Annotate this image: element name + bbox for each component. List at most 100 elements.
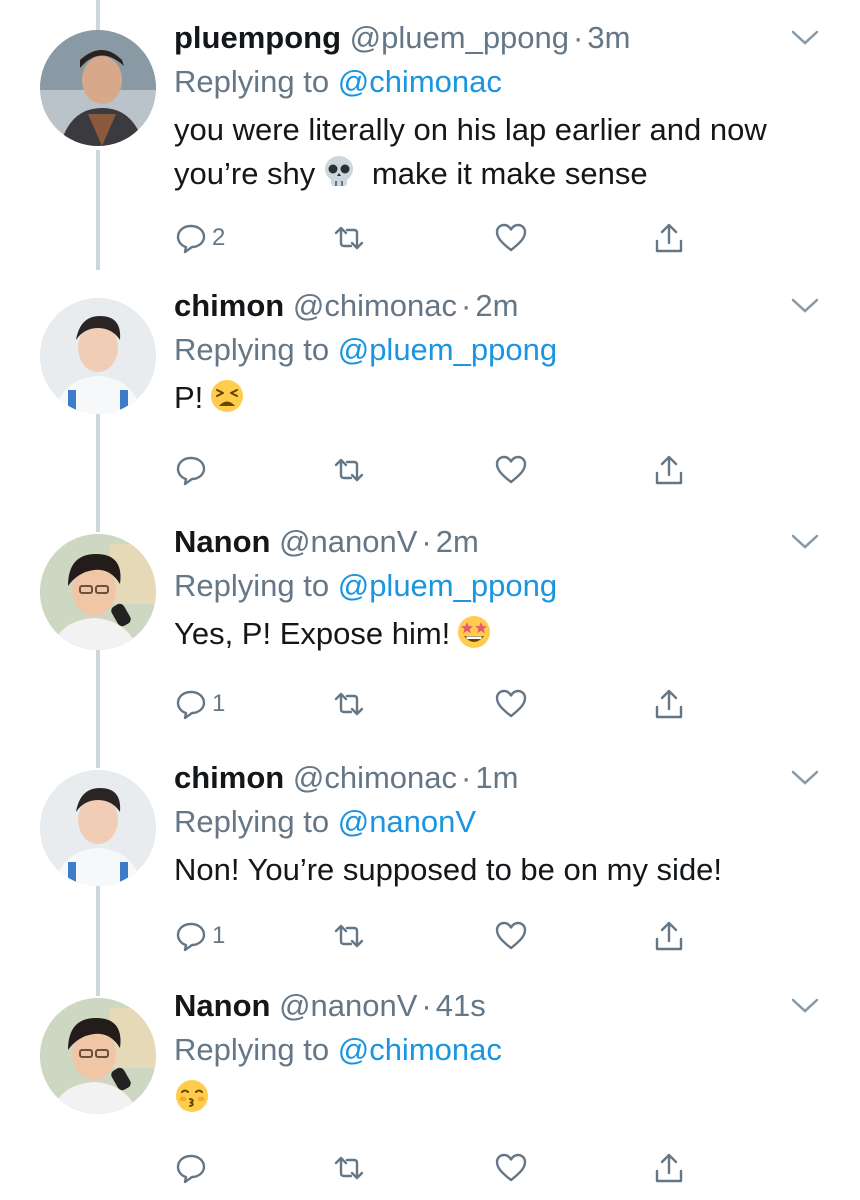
share-button[interactable]: [652, 450, 686, 490]
user-handle[interactable]: @nanonV: [279, 988, 417, 1023]
avatar-image: [40, 30, 156, 146]
retweet-icon: [332, 919, 366, 953]
tweet-header: chimon @chimonac · 1m: [174, 758, 824, 798]
display-name[interactable]: Nanon: [174, 524, 270, 559]
like-icon: [494, 1151, 528, 1185]
retweet-button[interactable]: [332, 1148, 366, 1188]
like-button[interactable]: [494, 1148, 528, 1188]
tweet-header: Nanon @nanonV · 2m: [174, 522, 824, 562]
replying-prefix: Replying to: [174, 568, 330, 603]
skull-emoji: [321, 154, 357, 190]
like-button[interactable]: [494, 916, 528, 956]
retweet-button[interactable]: [332, 218, 366, 258]
retweet-button[interactable]: [332, 450, 366, 490]
display-name[interactable]: chimon: [174, 288, 284, 323]
star-struck-emoji: [456, 614, 492, 650]
tweet-actions: [174, 1148, 694, 1188]
tweet[interactable]: chimon @chimonac · 1m Replying to @nanonV …: [0, 740, 860, 972]
replying-to-link[interactable]: @chimonac: [338, 64, 502, 99]
like-button[interactable]: [494, 218, 528, 258]
replying-prefix: Replying to: [174, 64, 330, 99]
retweet-icon: [332, 1151, 366, 1185]
reply-button[interactable]: 2: [174, 218, 225, 258]
share-button[interactable]: [652, 218, 686, 258]
timestamp[interactable]: 1m: [475, 760, 518, 795]
reply-icon: [174, 453, 208, 487]
replying-to-link[interactable]: @pluem_ppong: [338, 332, 557, 367]
chevron-down-icon[interactable]: [790, 768, 820, 788]
avatar[interactable]: [40, 534, 156, 650]
display-name[interactable]: chimon: [174, 760, 284, 795]
tweet-text: Non! You’re supposed to be on my side!: [174, 848, 824, 892]
chevron-down-icon[interactable]: [790, 996, 820, 1016]
retweet-icon: [332, 221, 366, 255]
display-name[interactable]: Nanon: [174, 988, 270, 1023]
retweet-icon: [332, 687, 366, 721]
tweet[interactable]: Nanon @nanonV · 2m Replying to @pluem_ppon…: [0, 504, 860, 736]
reply-button[interactable]: 1: [174, 916, 225, 956]
avatar[interactable]: [40, 998, 156, 1114]
tweet-text: you were literally on his lap earlier an…: [174, 108, 824, 196]
avatar-image: [40, 998, 156, 1114]
replying-to-link[interactable]: @nanonV: [338, 804, 476, 839]
replying-to-link[interactable]: @chimonac: [338, 1032, 502, 1067]
timestamp[interactable]: 2m: [436, 524, 479, 559]
tweet[interactable]: chimon @chimonac · 2m Replying to @pluem_p…: [0, 268, 860, 500]
share-button[interactable]: [652, 1148, 686, 1188]
like-icon: [494, 221, 528, 255]
replying-to-link[interactable]: @pluem_ppong: [338, 568, 557, 603]
reply-count: 1: [212, 690, 226, 717]
tweet-actions: [174, 450, 694, 490]
like-icon: [494, 687, 528, 721]
like-button[interactable]: [494, 684, 528, 724]
tweet-text-part: Yes, P! Expose him!: [174, 616, 451, 651]
share-icon: [652, 919, 686, 953]
user-handle[interactable]: @nanonV: [279, 524, 417, 559]
replying-to: Replying to @nanonV: [174, 802, 824, 842]
share-button[interactable]: [652, 916, 686, 956]
share-icon: [652, 453, 686, 487]
tweet-actions: 2: [174, 218, 694, 258]
separator-dot: ·: [421, 524, 432, 559]
tweet-actions: 1: [174, 916, 694, 956]
reply-count: 1: [212, 922, 226, 949]
reply-button[interactable]: 1: [174, 684, 225, 724]
tweet-text: Yes, P! Expose him!: [174, 612, 824, 656]
chevron-down-icon[interactable]: [790, 532, 820, 552]
avatar[interactable]: [40, 30, 156, 146]
separator-dot: ·: [421, 988, 432, 1023]
timestamp[interactable]: 41s: [436, 988, 486, 1023]
user-handle[interactable]: @pluem_ppong: [350, 20, 569, 55]
avatar[interactable]: [40, 298, 156, 414]
retweet-button[interactable]: [332, 916, 366, 956]
tweet[interactable]: pluempong @pluem_ppong · 3m Replying to @c…: [0, 0, 860, 254]
reply-icon: [174, 919, 208, 953]
tired-face-emoji: [209, 378, 245, 414]
retweet-icon: [332, 453, 366, 487]
timestamp[interactable]: 2m: [475, 288, 518, 323]
user-handle[interactable]: @chimonac: [293, 288, 457, 323]
separator-dot: ·: [461, 288, 472, 323]
retweet-button[interactable]: [332, 684, 366, 724]
tweet[interactable]: Nanon @nanonV · 41s Replying to @chimonac: [0, 968, 860, 1200]
replying-to: Replying to @pluem_ppong: [174, 330, 824, 370]
like-button[interactable]: [494, 450, 528, 490]
chevron-down-icon[interactable]: [790, 296, 820, 316]
reply-button[interactable]: [174, 1148, 212, 1188]
reply-icon: [174, 221, 208, 255]
display-name[interactable]: pluempong: [174, 20, 341, 55]
tweet-header: pluempong @pluem_ppong · 3m: [174, 18, 824, 58]
chevron-down-icon[interactable]: [790, 28, 820, 48]
replying-to: Replying to @pluem_ppong: [174, 566, 824, 606]
share-icon: [652, 221, 686, 255]
avatar[interactable]: [40, 770, 156, 886]
share-button[interactable]: [652, 684, 686, 724]
timestamp[interactable]: 3m: [587, 20, 630, 55]
replying-to: Replying to @chimonac: [174, 62, 824, 102]
tweet-actions: 1: [174, 684, 694, 724]
tweet-text: P!: [174, 376, 824, 420]
reply-button[interactable]: [174, 450, 212, 490]
separator-dot: ·: [461, 760, 472, 795]
tweet-thread: pluempong @pluem_ppong · 3m Replying to @c…: [0, 0, 860, 1200]
user-handle[interactable]: @chimonac: [293, 760, 457, 795]
